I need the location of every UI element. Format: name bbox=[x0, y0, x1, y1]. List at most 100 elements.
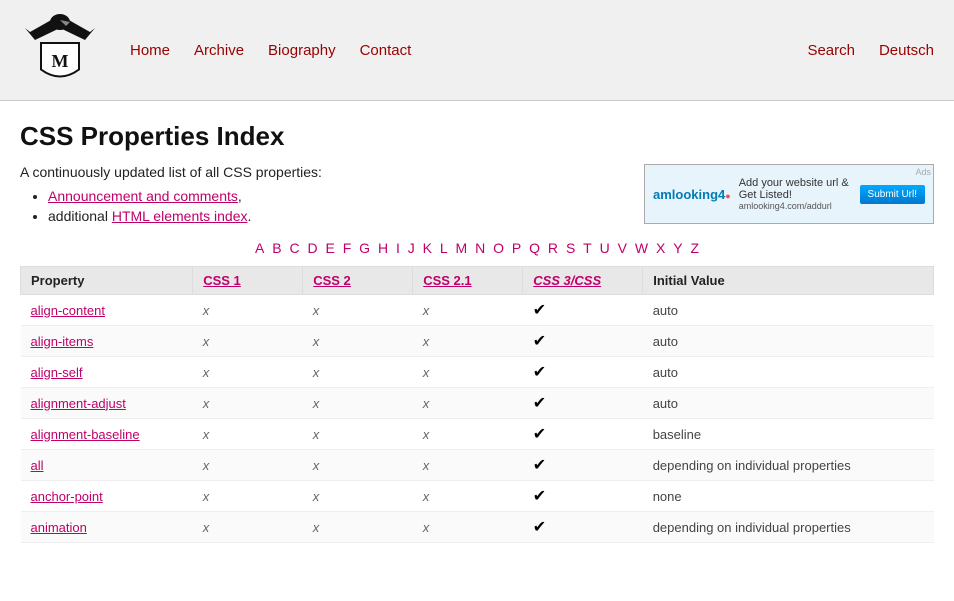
css1-cell: x bbox=[193, 512, 303, 543]
nav-archive[interactable]: Archive bbox=[194, 42, 244, 59]
alpha-link-g[interactable]: G bbox=[359, 240, 370, 256]
property-link-align-content[interactable]: align-content bbox=[31, 303, 105, 318]
table-body: align-contentxxx✔autoalign-itemsxxx✔auto… bbox=[21, 295, 934, 543]
css3-cell: ✔ bbox=[523, 512, 643, 543]
css21-cell: x bbox=[413, 357, 523, 388]
alpha-link-n[interactable]: N bbox=[475, 240, 485, 256]
ad-url: amlooking4.com/addurl bbox=[739, 201, 860, 211]
nav-biography[interactable]: Biography bbox=[268, 42, 336, 59]
alpha-link-p[interactable]: P bbox=[512, 240, 521, 256]
initial-value-cell: auto bbox=[643, 295, 934, 326]
alpha-link-d[interactable]: D bbox=[307, 240, 317, 256]
initial-value-cell: baseline bbox=[643, 419, 934, 450]
alpha-link-k[interactable]: K bbox=[423, 240, 432, 256]
table-row: align-itemsxxx✔auto bbox=[21, 326, 934, 357]
alpha-link-w[interactable]: W bbox=[635, 240, 648, 256]
css21-link[interactable]: CSS 2.1 bbox=[423, 273, 471, 288]
css1-link[interactable]: CSS 1 bbox=[203, 273, 241, 288]
ad-headline: Add your website url & Get Listed! bbox=[739, 177, 860, 201]
col-header-css21: CSS 2.1 bbox=[413, 267, 523, 295]
css2-cell: x bbox=[303, 481, 413, 512]
col-header-initial: Initial Value bbox=[643, 267, 934, 295]
css3-cell: ✔ bbox=[523, 450, 643, 481]
main-content: CSS Properties Index amlooking4● Add you… bbox=[0, 101, 954, 601]
css3-cell: ✔ bbox=[523, 295, 643, 326]
table-row: align-selfxxx✔auto bbox=[21, 357, 934, 388]
css3-link[interactable]: CSS 3/CSS bbox=[533, 273, 601, 288]
secondary-nav: Search Deutsch bbox=[807, 42, 934, 59]
ad-submit-button[interactable]: Submit Url! bbox=[860, 185, 925, 204]
property-link-animation[interactable]: animation bbox=[31, 520, 87, 535]
initial-value-cell: none bbox=[643, 481, 934, 512]
property-link-align-items[interactable]: align-items bbox=[31, 334, 94, 349]
property-link-anchor-point[interactable]: anchor-point bbox=[31, 489, 103, 504]
table-row: alignment-baselinexxx✔baseline bbox=[21, 419, 934, 450]
initial-value-cell: depending on individual properties bbox=[643, 450, 934, 481]
ad-logo-text: amlooking4● bbox=[653, 187, 731, 202]
initial-value-cell: auto bbox=[643, 357, 934, 388]
css3-cell: ✔ bbox=[523, 388, 643, 419]
css1-cell: x bbox=[193, 388, 303, 419]
col-header-css2: CSS 2 bbox=[303, 267, 413, 295]
table-row: allxxx✔depending on individual propertie… bbox=[21, 450, 934, 481]
css21-cell: x bbox=[413, 326, 523, 357]
css2-cell: x bbox=[303, 512, 413, 543]
css2-cell: x bbox=[303, 450, 413, 481]
css2-cell: x bbox=[303, 295, 413, 326]
alpha-link-j[interactable]: J bbox=[408, 240, 415, 256]
announcement-link[interactable]: Announcement and comments bbox=[48, 188, 238, 204]
property-link-alignment-baseline[interactable]: alignment-baseline bbox=[31, 427, 140, 442]
table-row: align-contentxxx✔auto bbox=[21, 295, 934, 326]
alphabet-nav: A B C D E F G H I J K L M N O P Q R S T … bbox=[20, 240, 934, 256]
alpha-link-z[interactable]: Z bbox=[690, 240, 699, 256]
css1-cell: x bbox=[193, 295, 303, 326]
css2-link[interactable]: CSS 2 bbox=[313, 273, 351, 288]
advertisement-banner: amlooking4● Add your website url & Get L… bbox=[644, 164, 934, 224]
alpha-link-v[interactable]: V bbox=[618, 240, 627, 256]
alpha-link-c[interactable]: C bbox=[289, 240, 299, 256]
nav-contact[interactable]: Contact bbox=[360, 42, 412, 59]
alpha-link-e[interactable]: E bbox=[325, 240, 334, 256]
alpha-link-s[interactable]: S bbox=[566, 240, 575, 256]
css1-cell: x bbox=[193, 450, 303, 481]
css3-cell: ✔ bbox=[523, 419, 643, 450]
col-header-css1: CSS 1 bbox=[193, 267, 303, 295]
css1-cell: x bbox=[193, 357, 303, 388]
html-elements-link[interactable]: HTML elements index bbox=[112, 208, 248, 224]
initial-value-cell: auto bbox=[643, 388, 934, 419]
css21-cell: x bbox=[413, 295, 523, 326]
alpha-link-x[interactable]: X bbox=[656, 240, 665, 256]
nav-home[interactable]: Home bbox=[130, 42, 170, 59]
alpha-link-q[interactable]: Q bbox=[529, 240, 540, 256]
alpha-link-u[interactable]: U bbox=[600, 240, 610, 256]
logo-area: M Home Archive Biography Contact bbox=[20, 10, 411, 90]
ad-label: Ads bbox=[915, 167, 931, 177]
css21-cell: x bbox=[413, 450, 523, 481]
page-title: CSS Properties Index bbox=[20, 121, 934, 152]
alpha-link-i[interactable]: I bbox=[396, 240, 400, 256]
ad-body-text: Add your website url & Get Listed! amloo… bbox=[739, 177, 860, 211]
alpha-link-m[interactable]: M bbox=[456, 240, 468, 256]
property-link-all[interactable]: all bbox=[31, 458, 44, 473]
alpha-link-r[interactable]: R bbox=[548, 240, 558, 256]
site-logo: M bbox=[20, 10, 100, 90]
alpha-link-f[interactable]: F bbox=[343, 240, 352, 256]
svg-text:M: M bbox=[52, 51, 69, 71]
alpha-link-o[interactable]: O bbox=[493, 240, 504, 256]
nav-deutsch[interactable]: Deutsch bbox=[879, 42, 934, 59]
property-link-alignment-adjust[interactable]: alignment-adjust bbox=[31, 396, 126, 411]
alpha-link-b[interactable]: B bbox=[272, 240, 281, 256]
alpha-link-a[interactable]: A bbox=[255, 240, 264, 256]
css3-cell: ✔ bbox=[523, 357, 643, 388]
initial-value-cell: depending on individual properties bbox=[643, 512, 934, 543]
nav-search[interactable]: Search bbox=[807, 42, 855, 59]
alpha-link-t[interactable]: T bbox=[583, 240, 592, 256]
properties-table: Property CSS 1 CSS 2 CSS 2.1 CSS 3/CSS I… bbox=[20, 266, 934, 543]
css21-cell: x bbox=[413, 419, 523, 450]
alpha-link-h[interactable]: H bbox=[378, 240, 388, 256]
alpha-link-l[interactable]: L bbox=[440, 240, 448, 256]
property-link-align-self[interactable]: align-self bbox=[31, 365, 83, 380]
css21-cell: x bbox=[413, 512, 523, 543]
alpha-link-y[interactable]: Y bbox=[673, 240, 682, 256]
css2-cell: x bbox=[303, 326, 413, 357]
